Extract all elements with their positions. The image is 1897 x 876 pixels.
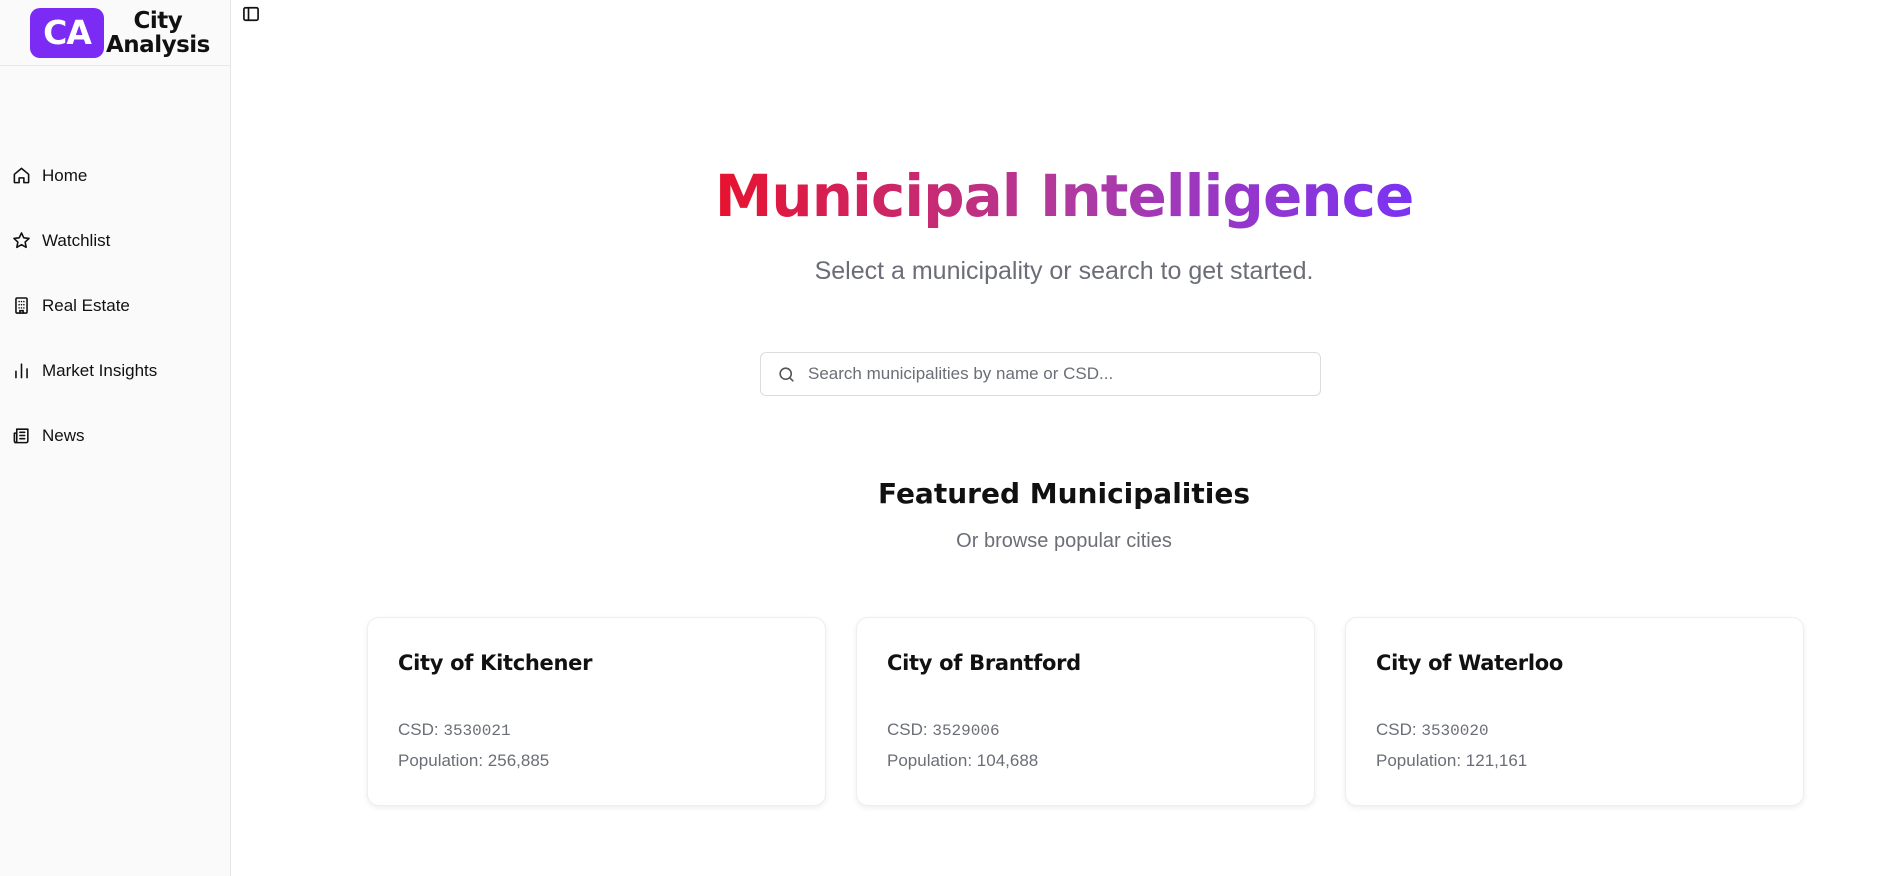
card-population: Population: 121,161 bbox=[1376, 751, 1773, 771]
search-box[interactable] bbox=[760, 352, 1321, 396]
sidebar-nav: Home Watchlist Real Estate Market Insigh… bbox=[0, 143, 230, 468]
population-value: 104,688 bbox=[976, 751, 1039, 770]
logo: CA bbox=[30, 7, 104, 58]
population-label: Population: bbox=[398, 751, 488, 770]
bar-chart-icon bbox=[15, 363, 28, 379]
municipality-card[interactable]: City of Brantford CSD: 3529006 Populatio… bbox=[856, 617, 1315, 806]
sidebar-item-label: Real Estate bbox=[42, 295, 130, 315]
csd-label: CSD: bbox=[887, 720, 933, 739]
brand[interactable]: CA City Analysis bbox=[0, 0, 230, 66]
csd-value: 3529006 bbox=[932, 722, 1000, 740]
main-content: Municipal Intelligence Select a municipa… bbox=[231, 0, 1897, 876]
sidebar-item-market-insights[interactable]: Market Insights bbox=[0, 338, 230, 403]
sidebar-item-label: Home bbox=[42, 165, 88, 185]
brand-name: City Analysis bbox=[106, 9, 210, 57]
municipality-card[interactable]: City of Kitchener CSD: 3530021 Populatio… bbox=[367, 617, 826, 806]
municipality-card[interactable]: City of Waterloo CSD: 3530020 Population… bbox=[1345, 617, 1804, 806]
sidebar-item-label: News bbox=[42, 425, 85, 445]
sidebar-item-news[interactable]: News bbox=[0, 403, 230, 468]
sidebar-item-home[interactable]: Home bbox=[0, 143, 230, 208]
featured-cards: City of Kitchener CSD: 3530021 Populatio… bbox=[367, 617, 1804, 806]
population-label: Population: bbox=[1376, 751, 1466, 770]
card-csd: CSD: 3530020 bbox=[1376, 720, 1773, 740]
csd-label: CSD: bbox=[398, 720, 444, 739]
app-root: CA City Analysis Home Watchlist Real Est… bbox=[0, 0, 1897, 876]
sidebar-item-watchlist[interactable]: Watchlist bbox=[0, 208, 230, 273]
hero-subtitle: Select a municipality or search to get s… bbox=[814, 257, 1314, 285]
featured-subtitle: Or browse popular cities bbox=[956, 530, 1172, 552]
card-population: Population: 104,688 bbox=[887, 751, 1284, 771]
card-title: City of Brantford bbox=[887, 651, 1081, 675]
sidebar-toggle-icon[interactable] bbox=[241, 4, 261, 24]
building-icon bbox=[15, 297, 28, 314]
hero-title-text: Municipal Intelligence bbox=[714, 162, 1415, 230]
newspaper-icon bbox=[13, 428, 29, 444]
population-value: 121,161 bbox=[1465, 751, 1528, 770]
csd-label: CSD: bbox=[1376, 720, 1422, 739]
card-csd: CSD: 3530021 bbox=[398, 720, 795, 740]
sidebar-item-label: Market Insights bbox=[42, 360, 158, 380]
card-title: City of Waterloo bbox=[1376, 651, 1563, 675]
population-label: Population: bbox=[887, 751, 977, 770]
search-input[interactable] bbox=[808, 364, 1320, 384]
population-value: 256,885 bbox=[487, 751, 550, 770]
star-icon bbox=[13, 232, 30, 249]
brand-name-line1: City bbox=[133, 7, 183, 34]
card-title: City of Kitchener bbox=[398, 651, 593, 675]
csd-value: 3530020 bbox=[1421, 722, 1489, 740]
brand-name-line2: Analysis bbox=[106, 31, 210, 58]
featured-title: Featured Municipalities bbox=[877, 477, 1251, 510]
search-icon bbox=[779, 366, 794, 382]
csd-value: 3530021 bbox=[443, 722, 511, 740]
sidebar-item-real-estate[interactable]: Real Estate bbox=[0, 273, 230, 338]
home-icon bbox=[13, 167, 30, 184]
sidebar: CA City Analysis Home Watchlist Real Est… bbox=[0, 0, 231, 876]
sidebar-item-label: Watchlist bbox=[42, 230, 111, 250]
card-population: Population: 256,885 bbox=[398, 751, 795, 771]
hero-title: Municipal Intelligence bbox=[231, 160, 1897, 232]
card-csd: CSD: 3529006 bbox=[887, 720, 1284, 740]
